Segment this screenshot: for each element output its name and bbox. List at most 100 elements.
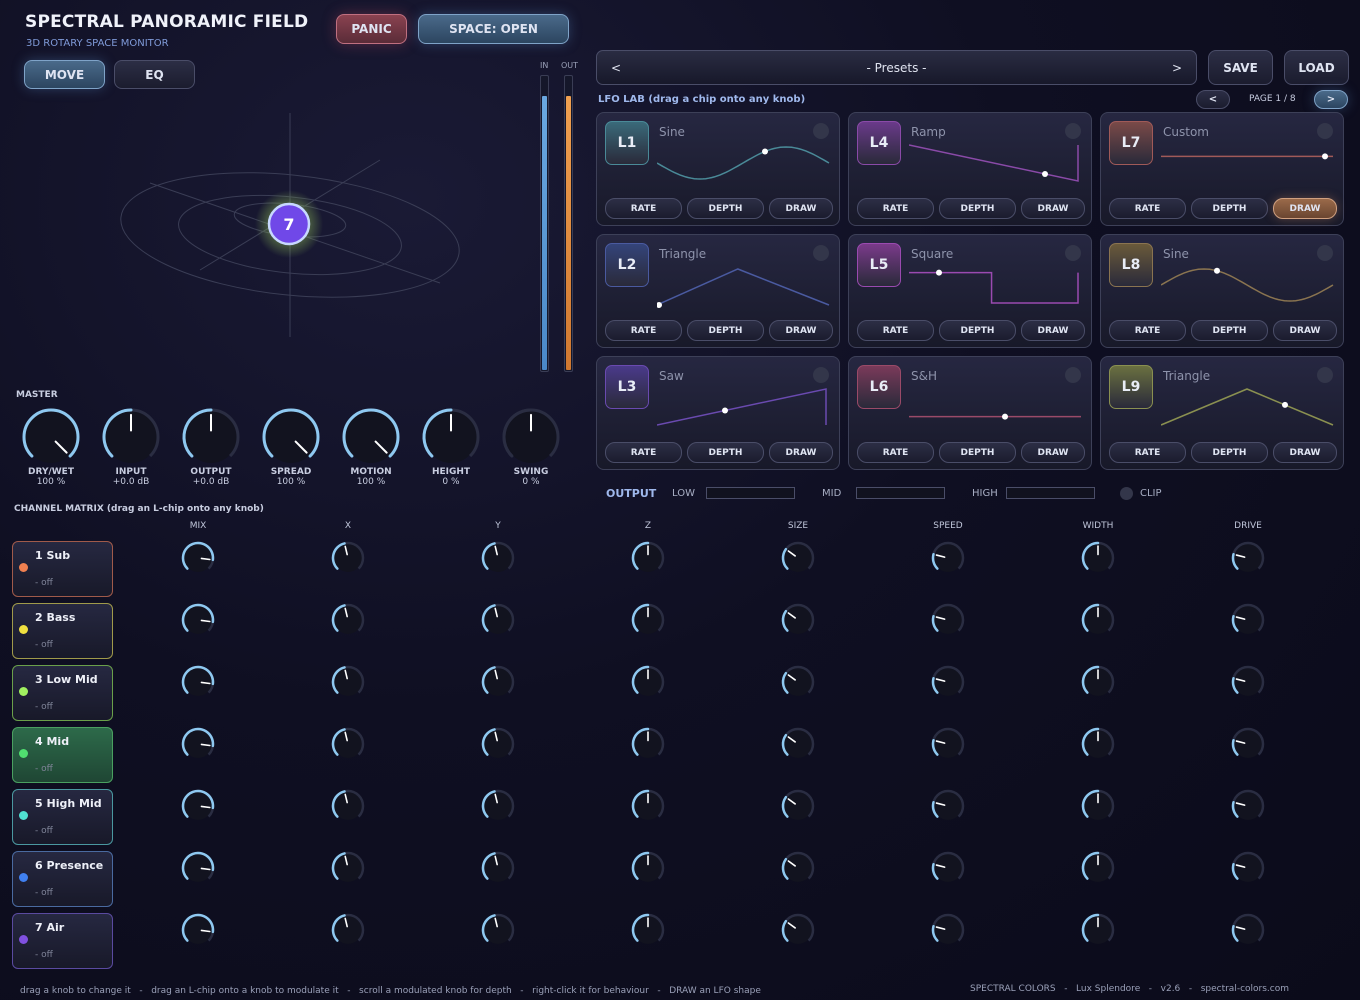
lfo-active-led[interactable] — [813, 367, 829, 383]
lfo-page-prev-button[interactable]: < — [1196, 90, 1230, 109]
lfo-chip-l7[interactable]: L7 — [1109, 121, 1153, 165]
channel-7-size-knob[interactable] — [780, 912, 816, 948]
channel-1-drive-knob[interactable] — [1230, 540, 1266, 576]
channel-5-x-knob[interactable] — [330, 788, 366, 824]
master-spread-knob[interactable]: SPREAD 100 % — [261, 407, 321, 487]
channel-1-speed-knob[interactable] — [930, 540, 966, 576]
lfo-active-led[interactable] — [1065, 245, 1081, 261]
preset-prev-button[interactable]: < — [611, 61, 621, 75]
master-height-knob[interactable]: HEIGHT 0 % — [421, 407, 481, 487]
preset-next-button[interactable]: > — [1172, 61, 1182, 75]
lfo-chip-l6[interactable]: L6 — [857, 365, 901, 409]
space-mode-button[interactable]: SPACE: OPEN — [418, 14, 569, 44]
channel-7-speed-knob[interactable] — [930, 912, 966, 948]
channel-2-x-knob[interactable] — [330, 602, 366, 638]
master-output-knob[interactable]: OUTPUT +0.0 dB — [181, 407, 241, 487]
save-button[interactable]: SAVE — [1208, 50, 1273, 85]
panic-button[interactable]: PANIC — [336, 14, 407, 44]
channel-4-width-knob[interactable] — [1080, 726, 1116, 762]
lfo-depth-button[interactable]: DEPTH — [939, 198, 1016, 219]
channel-7-drive-knob[interactable] — [1230, 912, 1266, 948]
lfo-chip-l8[interactable]: L8 — [1109, 243, 1153, 287]
knob-dial[interactable] — [501, 407, 561, 467]
lfo-waveform-display[interactable] — [657, 263, 831, 309]
channel-1-z-knob[interactable] — [630, 540, 666, 576]
lfo-rate-button[interactable]: RATE — [857, 442, 934, 463]
master-motion-knob[interactable]: MOTION 100 % — [341, 407, 401, 487]
channel-5-drive-knob[interactable] — [1230, 788, 1266, 824]
channel-1-button[interactable]: 1 Sub - off — [12, 541, 113, 597]
channel-7-mix-knob[interactable] — [180, 912, 216, 948]
lfo-chip-l1[interactable]: L1 — [605, 121, 649, 165]
channel-5-mix-knob[interactable] — [180, 788, 216, 824]
lfo-draw-button[interactable]: DRAW — [1021, 198, 1085, 219]
lfo-depth-button[interactable]: DEPTH — [1191, 198, 1268, 219]
lfo-rate-button[interactable]: RATE — [1109, 442, 1186, 463]
lfo-depth-button[interactable]: DEPTH — [687, 198, 764, 219]
lfo-rate-button[interactable]: RATE — [857, 198, 934, 219]
knob-dial[interactable] — [421, 407, 481, 467]
knob-dial[interactable] — [181, 407, 241, 467]
lfo-waveform-display[interactable] — [1161, 263, 1335, 309]
channel-7-y-knob[interactable] — [480, 912, 516, 948]
channel-5-button[interactable]: 5 High Mid - off — [12, 789, 113, 845]
channel-2-size-knob[interactable] — [780, 602, 816, 638]
lfo-draw-button[interactable]: DRAW — [1021, 442, 1085, 463]
channel-5-z-knob[interactable] — [630, 788, 666, 824]
lfo-rate-button[interactable]: RATE — [605, 320, 682, 341]
channel-4-size-knob[interactable] — [780, 726, 816, 762]
channel-7-width-knob[interactable] — [1080, 912, 1116, 948]
channel-3-drive-knob[interactable] — [1230, 664, 1266, 700]
lfo-rate-button[interactable]: RATE — [1109, 320, 1186, 341]
lfo-active-led[interactable] — [1317, 123, 1333, 139]
channel-6-speed-knob[interactable] — [930, 850, 966, 886]
channel-4-y-knob[interactable] — [480, 726, 516, 762]
lfo-active-led[interactable] — [1065, 367, 1081, 383]
lfo-active-led[interactable] — [813, 123, 829, 139]
lfo-depth-button[interactable]: DEPTH — [687, 442, 764, 463]
lfo-draw-button[interactable]: DRAW — [769, 442, 833, 463]
channel-3-mix-knob[interactable] — [180, 664, 216, 700]
channel-7-button[interactable]: 7 Air - off — [12, 913, 113, 969]
channel-6-z-knob[interactable] — [630, 850, 666, 886]
channel-5-width-knob[interactable] — [1080, 788, 1116, 824]
channel-3-x-knob[interactable] — [330, 664, 366, 700]
master-input-knob[interactable]: INPUT +0.0 dB — [101, 407, 161, 487]
channel-2-drive-knob[interactable] — [1230, 602, 1266, 638]
lfo-rate-button[interactable]: RATE — [1109, 198, 1186, 219]
preset-selector[interactable]: < - Presets - > — [596, 50, 1197, 85]
lfo-draw-button[interactable]: DRAW — [769, 320, 833, 341]
lfo-active-led[interactable] — [1317, 245, 1333, 261]
lfo-waveform-display[interactable] — [657, 385, 831, 431]
lfo-draw-button[interactable]: DRAW — [769, 198, 833, 219]
channel-1-x-knob[interactable] — [330, 540, 366, 576]
channel-3-z-knob[interactable] — [630, 664, 666, 700]
lfo-draw-button[interactable]: DRAW — [1273, 442, 1337, 463]
channel-3-speed-knob[interactable] — [930, 664, 966, 700]
channel-1-y-knob[interactable] — [480, 540, 516, 576]
knob-dial[interactable] — [21, 407, 81, 467]
channel-3-size-knob[interactable] — [780, 664, 816, 700]
channel-6-drive-knob[interactable] — [1230, 850, 1266, 886]
knob-dial[interactable] — [261, 407, 321, 467]
channel-6-size-knob[interactable] — [780, 850, 816, 886]
lfo-rate-button[interactable]: RATE — [857, 320, 934, 341]
lfo-draw-button[interactable]: DRAW — [1273, 198, 1337, 219]
lfo-depth-button[interactable]: DEPTH — [939, 442, 1016, 463]
channel-2-y-knob[interactable] — [480, 602, 516, 638]
channel-1-size-knob[interactable] — [780, 540, 816, 576]
channel-2-z-knob[interactable] — [630, 602, 666, 638]
channel-2-speed-knob[interactable] — [930, 602, 966, 638]
lfo-active-led[interactable] — [813, 245, 829, 261]
knob-dial[interactable] — [101, 407, 161, 467]
lfo-waveform-display[interactable] — [909, 141, 1083, 187]
eq-tab[interactable]: EQ — [114, 60, 195, 89]
channel-2-mix-knob[interactable] — [180, 602, 216, 638]
channel-4-speed-knob[interactable] — [930, 726, 966, 762]
move-tab[interactable]: MOVE — [24, 60, 105, 89]
lfo-rate-button[interactable]: RATE — [605, 198, 682, 219]
lfo-depth-button[interactable]: DEPTH — [1191, 320, 1268, 341]
lfo-waveform-display[interactable] — [909, 263, 1083, 309]
channel-1-width-knob[interactable] — [1080, 540, 1116, 576]
lfo-draw-button[interactable]: DRAW — [1021, 320, 1085, 341]
